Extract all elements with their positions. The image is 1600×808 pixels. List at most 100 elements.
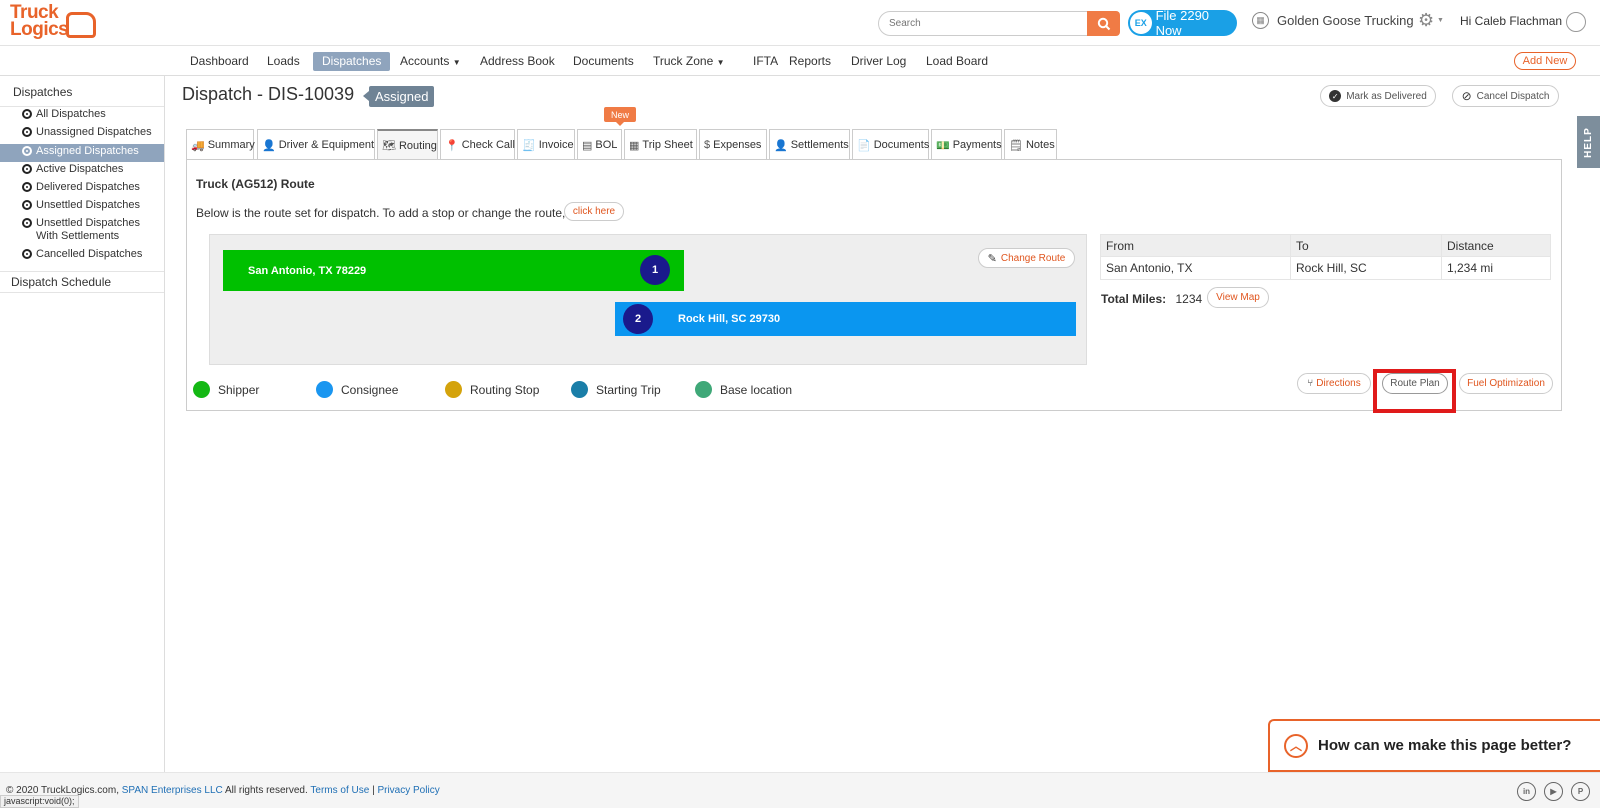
sidebar-item-label: Active Dispatches xyxy=(36,163,124,175)
total-miles-value: 1234 xyxy=(1175,292,1203,306)
sidebar-item-dispatch-schedule[interactable]: Dispatch Schedule xyxy=(0,271,164,293)
directions-icon: ⑂ xyxy=(1307,378,1314,389)
user-avatar-icon[interactable] xyxy=(1566,12,1586,32)
tab-label: Routing xyxy=(398,139,437,152)
payments-icon: 💵 xyxy=(936,139,950,152)
route-title: Truck (AG512) Route xyxy=(196,177,315,191)
legend-label: Base location xyxy=(720,382,793,397)
legend-dot xyxy=(571,381,588,398)
nav-driver-log[interactable]: Driver Log xyxy=(842,52,915,71)
circle-dot-icon xyxy=(22,146,32,156)
sidebar-item-cancelled-dispatches[interactable]: Cancelled Dispatches xyxy=(0,248,164,266)
legend-label: Routing Stop xyxy=(470,382,540,397)
feedback-widget[interactable]: ︿ How can we make this page better? xyxy=(1268,719,1600,772)
tab-routing[interactable]: 🗺 Routing xyxy=(377,129,438,160)
mark-as-delivered-button[interactable]: ✓ Mark as Delivered xyxy=(1320,85,1436,107)
gear-icon[interactable]: ⚙ xyxy=(1418,10,1434,31)
fuel-optimization-label: Fuel Optimization xyxy=(1467,378,1545,389)
table-cell: Rock Hill, SC xyxy=(1290,256,1442,280)
circle-dot-icon xyxy=(22,218,32,228)
circle-dot-icon xyxy=(22,182,32,192)
terms-link[interactable]: Terms of Use xyxy=(310,785,369,796)
route-diagram: San Antonio, TX 78229 1 2 Rock Hill, SC … xyxy=(209,234,1087,365)
change-route-button[interactable]: ✎ Change Route xyxy=(978,248,1075,268)
sidebar-item-unsettled-with-settlements[interactable]: Unsettled Dispatches With Settlements xyxy=(0,217,164,245)
search-input[interactable] xyxy=(878,11,1088,36)
legend-dot xyxy=(316,381,333,398)
tab-label: BOL xyxy=(595,139,618,151)
pinterest-icon[interactable]: P xyxy=(1571,782,1590,801)
legend-routing-stop: Routing Stop xyxy=(445,381,539,398)
legend-dot xyxy=(695,381,712,398)
nav-dispatches[interactable]: Dispatches xyxy=(313,52,391,71)
sidebar-item-active-dispatches[interactable]: Active Dispatches xyxy=(0,163,164,181)
tab-documents[interactable]: 📄 Documents xyxy=(852,129,929,160)
fuel-optimization-button[interactable]: Fuel Optimization xyxy=(1459,373,1553,394)
sidebar-item-delivered-dispatches[interactable]: Delivered Dispatches xyxy=(0,181,164,199)
excise-icon: EX xyxy=(1130,12,1152,34)
search-button[interactable] xyxy=(1087,11,1120,36)
span-enterprises-link[interactable]: SPAN Enterprises LLC xyxy=(122,785,223,796)
nav-loads[interactable]: Loads xyxy=(258,52,309,71)
tab-label: Expenses xyxy=(713,139,762,151)
sidebar-heading[interactable]: Dispatches xyxy=(0,85,164,103)
stop-bar-shipper: San Antonio, TX 78229 1 xyxy=(223,250,684,291)
tab-trip-sheet[interactable]: ▦ Trip Sheet xyxy=(624,129,697,160)
map-pin-icon: 📍 xyxy=(445,139,459,152)
trucklogics-logo[interactable]: Truck Logics xyxy=(10,3,96,44)
column-header: To xyxy=(1290,234,1442,257)
nav-accounts[interactable]: Accounts ▼ xyxy=(391,52,470,71)
youtube-icon[interactable]: ▶ xyxy=(1544,782,1563,801)
notes-icon: 🗒 xyxy=(1009,139,1023,152)
feedback-text: How can we make this page better? xyxy=(1318,737,1572,754)
tab-invoice[interactable]: 🧾 Invoice xyxy=(517,129,575,160)
tab-driver-equipment[interactable]: 👤 Driver & Equipment xyxy=(257,129,375,160)
company-name: Golden Goose Trucking xyxy=(1277,13,1414,28)
directions-label: Directions xyxy=(1316,378,1361,389)
nav-truck-zone[interactable]: Truck Zone ▼ xyxy=(644,52,734,71)
help-tab[interactable]: HELP xyxy=(1577,116,1600,168)
legend-label: Starting Trip xyxy=(596,382,661,397)
route-description: Below is the route set for dispatch. To … xyxy=(196,206,566,220)
sidebar-item-unsettled-dispatches[interactable]: Unsettled Dispatches xyxy=(0,199,164,217)
check-circle-icon: ✓ xyxy=(1329,90,1342,102)
legend-base-location: Base location xyxy=(695,381,792,398)
directions-button[interactable]: ⑂ Directions xyxy=(1297,373,1371,394)
sidebar-item-unassigned-dispatches[interactable]: Unassigned Dispatches xyxy=(0,126,164,144)
sidebar-item-label: Assigned Dispatches xyxy=(36,145,139,157)
tab-summary[interactable]: 🚚 Summary xyxy=(186,129,255,160)
tab-expenses[interactable]: $ Expenses xyxy=(699,129,767,160)
circle-dot-icon xyxy=(22,109,32,119)
nav-documents[interactable]: Documents xyxy=(564,52,643,71)
nav-load-board[interactable]: Load Board xyxy=(917,52,997,71)
file-2290-label: File 2290 Now xyxy=(1155,8,1210,38)
nav-dashboard[interactable]: Dashboard xyxy=(181,52,258,71)
sidebar-item-all-dispatches[interactable]: All Dispatches xyxy=(0,108,164,126)
file-2290-button[interactable]: EX File 2290 Now xyxy=(1128,8,1237,38)
tab-check-call[interactable]: 📍 Check Call xyxy=(440,129,515,160)
footer: © 2020 TruckLogics.com, SPAN Enterprises… xyxy=(0,772,1600,808)
cancel-dispatch-button[interactable]: ⊘ Cancel Dispatch xyxy=(1452,85,1559,107)
click-here-button[interactable]: click here xyxy=(564,202,624,221)
circle-dot-icon xyxy=(22,249,32,259)
add-new-button[interactable]: Add New xyxy=(1514,52,1576,70)
company-selector[interactable]: ▦ Golden Goose Trucking xyxy=(1252,12,1414,29)
divider xyxy=(0,106,164,107)
privacy-link[interactable]: Privacy Policy xyxy=(377,785,439,796)
caret-down-icon: ▼ xyxy=(716,58,725,67)
tab-payments[interactable]: 💵 Payments xyxy=(931,129,1002,160)
nav-reports[interactable]: Reports xyxy=(780,52,840,71)
view-map-button[interactable]: View Map xyxy=(1207,287,1269,308)
linkedin-icon[interactable]: in xyxy=(1517,782,1536,801)
tab-notes[interactable]: 🗒 Notes xyxy=(1004,129,1057,160)
logo-line-2: Logics xyxy=(10,19,69,40)
total-miles: Total Miles: 1234 xyxy=(1101,292,1202,306)
legend-consignee: Consignee xyxy=(316,381,398,398)
user-greeting[interactable]: Hi Caleb Flachman xyxy=(1460,14,1562,28)
cancel-dispatch-label: Cancel Dispatch xyxy=(1476,90,1550,102)
legend-label: Shipper xyxy=(218,382,260,397)
tab-settlements[interactable]: 👤 Settlements xyxy=(769,129,850,160)
tab-bol[interactable]: ▤ BOL xyxy=(577,129,622,160)
sidebar-item-assigned-dispatches[interactable]: Assigned Dispatches xyxy=(0,144,164,162)
nav-address-book[interactable]: Address Book xyxy=(471,52,564,71)
